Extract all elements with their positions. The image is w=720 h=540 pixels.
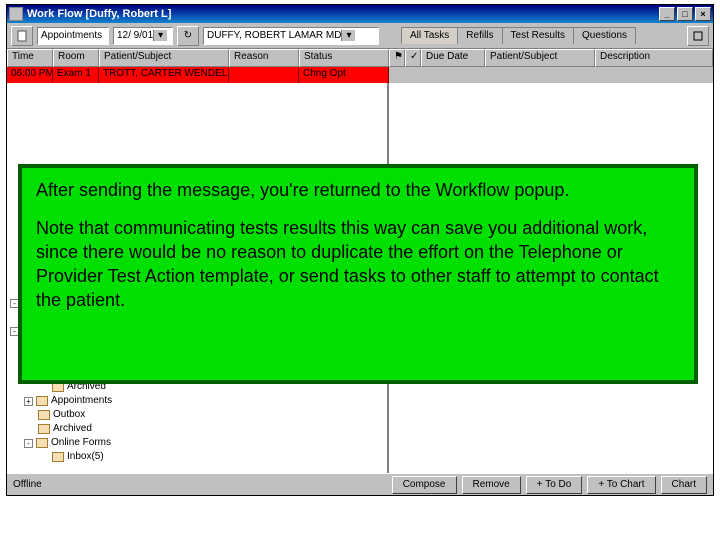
tree-item[interactable]: + Appointments bbox=[10, 394, 200, 408]
cell-status: Chng Opt bbox=[299, 67, 389, 83]
tree-item-label: Archived bbox=[53, 422, 92, 436]
close-button[interactable]: × bbox=[695, 7, 711, 21]
toolbar: Appointments 12/ 9/01 ▾ ↻ DUFFY, ROBERT … bbox=[7, 23, 713, 49]
col-due-date[interactable]: Due Date bbox=[421, 49, 485, 67]
col-room[interactable]: Room bbox=[53, 49, 99, 67]
add-todo-button[interactable]: + To Do bbox=[526, 476, 583, 494]
chart-button[interactable]: Chart bbox=[661, 476, 707, 494]
appointments-dropdown[interactable]: Appointments bbox=[37, 27, 109, 45]
cell-time: 06:00 PM bbox=[7, 67, 53, 83]
maximize-button[interactable]: □ bbox=[677, 7, 693, 21]
overlay-paragraph-2: Note that communicating tests results th… bbox=[36, 216, 680, 312]
tree-item-label: Appointments bbox=[51, 394, 112, 408]
appointments-label: Appointments bbox=[41, 30, 102, 41]
tab-refills[interactable]: Refills bbox=[457, 27, 502, 44]
tree-item-label: Online Forms bbox=[51, 436, 111, 450]
provider-value: DUFFY, ROBERT LAMAR MD bbox=[207, 30, 341, 41]
compose-button[interactable]: Compose bbox=[392, 476, 457, 494]
tree-item-label: Outbox bbox=[53, 408, 85, 422]
date-value: 12/ 9/01 bbox=[117, 30, 153, 41]
minimize-button[interactable]: _ bbox=[659, 7, 675, 21]
folder-icon bbox=[38, 410, 50, 420]
col-reason[interactable]: Reason bbox=[229, 49, 299, 67]
clipboard-icon[interactable] bbox=[11, 26, 33, 46]
folder-icon bbox=[36, 438, 48, 448]
col-description[interactable]: Description bbox=[595, 49, 713, 67]
task-tabstrip: All Tasks Refills Test Results Questions bbox=[401, 27, 635, 44]
folder-icon bbox=[38, 424, 50, 434]
footer-bar: Offline Compose Remove + To Do + To Char… bbox=[7, 473, 713, 495]
tab-test-results[interactable]: Test Results bbox=[502, 27, 574, 44]
col-patient[interactable]: Patient/Subject bbox=[99, 49, 229, 67]
connection-status: Offline bbox=[13, 479, 42, 490]
expand-icon[interactable] bbox=[687, 26, 709, 46]
tree-item[interactable]: - Online Forms bbox=[10, 436, 200, 450]
folder-icon bbox=[36, 396, 48, 406]
cell-reason bbox=[229, 67, 299, 83]
cell-patient: TROTT, CARTER WENDELL bbox=[99, 67, 229, 83]
cell-room: Exam 1 bbox=[53, 67, 99, 83]
col-status[interactable]: Status bbox=[299, 49, 389, 67]
tab-questions[interactable]: Questions bbox=[573, 27, 636, 44]
expand-toggle-icon[interactable]: - bbox=[24, 439, 33, 448]
refresh-icon[interactable]: ↻ bbox=[177, 26, 199, 46]
date-field[interactable]: 12/ 9/01 ▾ bbox=[113, 27, 173, 45]
window-title: Work Flow [Duffy, Robert L] bbox=[27, 8, 657, 20]
col-patient2[interactable]: Patient/Subject bbox=[485, 49, 595, 67]
chevron-down-icon[interactable]: ▾ bbox=[153, 30, 167, 41]
remove-button[interactable]: Remove bbox=[462, 476, 521, 494]
col-flag-icon[interactable]: ⚑ bbox=[389, 49, 405, 67]
expand-toggle-icon[interactable]: + bbox=[24, 397, 33, 406]
col-time[interactable]: Time bbox=[7, 49, 53, 67]
add-chart-button[interactable]: + To Chart bbox=[587, 476, 655, 494]
col-check-icon[interactable]: ✓ bbox=[405, 49, 421, 67]
tree-item[interactable]: Archived bbox=[10, 422, 200, 436]
appointment-row[interactable]: 06:00 PM Exam 1 TROTT, CARTER WENDELL Ch… bbox=[7, 67, 713, 83]
provider-dropdown[interactable]: DUFFY, ROBERT LAMAR MD ▾ bbox=[203, 27, 379, 45]
tree-item[interactable]: Inbox(5) bbox=[10, 450, 200, 464]
tree-item-label: Inbox(5) bbox=[67, 450, 104, 464]
column-headers: Time Room Patient/Subject Reason Status … bbox=[7, 49, 713, 67]
overlay-paragraph-1: After sending the message, you're return… bbox=[36, 178, 680, 202]
folder-icon bbox=[52, 452, 64, 462]
tab-all-tasks[interactable]: All Tasks bbox=[401, 27, 458, 44]
chevron-down-icon[interactable]: ▾ bbox=[341, 30, 355, 41]
instruction-overlay: After sending the message, you're return… bbox=[18, 164, 698, 384]
app-icon bbox=[9, 7, 23, 21]
tree-item[interactable]: Outbox bbox=[10, 408, 200, 422]
titlebar: Work Flow [Duffy, Robert L] _ □ × bbox=[7, 5, 713, 23]
